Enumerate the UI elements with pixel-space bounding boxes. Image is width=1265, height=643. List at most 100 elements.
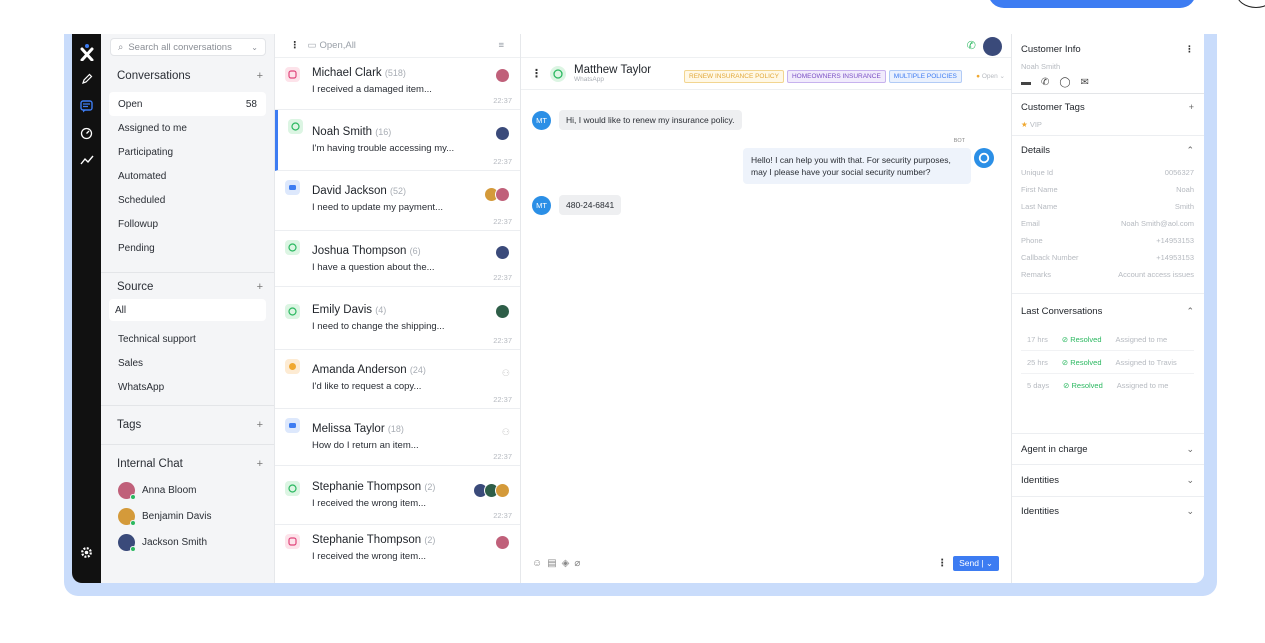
filter-icon[interactable]: ≡	[498, 40, 504, 51]
source-item-technical-support[interactable]: Technical support	[101, 327, 274, 351]
conversations-icon[interactable]	[79, 98, 95, 114]
detail-row: Unique Id 0056327	[1021, 168, 1194, 177]
attachment-icon[interactable]: ⌀	[574, 558, 580, 569]
identities-section[interactable]: Identities ⌄	[1012, 497, 1204, 525]
details-section: Details ⌃ Unique Id 0056327 First Name Noah…	[1012, 136, 1204, 294]
sidebar-item-pending[interactable]: Pending	[101, 236, 274, 260]
sidebar-item-open[interactable]: Open 58	[109, 92, 266, 116]
list-item[interactable]: Michael Clark (518) I received a damaged…	[275, 58, 520, 110]
tag-homeowners-insurance[interactable]: HOMEOWNERS INSURANCE	[786, 70, 886, 83]
conversation-tags: RENEW INSURANCE POLICY HOMEOWNERS INSURA…	[684, 70, 962, 83]
list-item[interactable]: Emily Davis (4) I need to change the shi…	[275, 287, 520, 350]
add-icon[interactable]: +	[257, 419, 263, 431]
agent-anna-bloom[interactable]: Anna Bloom	[101, 477, 274, 503]
source-item-all[interactable]: All	[109, 299, 266, 321]
source-section-header[interactable]: Source +	[101, 275, 274, 299]
avatar	[495, 304, 510, 319]
identities-section[interactable]: Identities ⌄	[1012, 465, 1204, 497]
chevron-down-icon[interactable]: ⌄	[1186, 506, 1194, 517]
list-filter-label: Open,All	[319, 40, 356, 51]
whatsapp-icon	[550, 65, 566, 82]
send-button[interactable]: Send | ⌄	[953, 555, 999, 571]
tag-multiple-policies[interactable]: MULTIPLE POLICIES	[888, 70, 962, 83]
agent-jackson-smith[interactable]: Jackson Smith	[101, 529, 274, 555]
agent-in-charge-section[interactable]: Agent in charge ⌄	[1012, 434, 1204, 465]
search-input[interactable]: ⌕ Search all conversations ⌄	[110, 38, 266, 56]
chevron-up-icon[interactable]: ⌃	[1186, 306, 1194, 317]
avatar: MT	[532, 195, 551, 215]
avatar	[495, 126, 510, 141]
sidebar-item-automated[interactable]: Automated	[101, 164, 274, 188]
detail-row: First Name Noah	[1021, 185, 1194, 194]
pencil-icon[interactable]	[79, 71, 95, 87]
message-row: MT Hi, I would like to renew my insuranc…	[532, 110, 742, 130]
add-icon[interactable]: +	[257, 281, 263, 293]
sidebar-item-assigned[interactable]: Assigned to me	[101, 116, 274, 140]
phone-icon[interactable]: ✆	[1041, 77, 1049, 88]
add-icon[interactable]: +	[257, 458, 263, 470]
logo-icon[interactable]	[79, 44, 95, 61]
template-icon[interactable]: ▤	[547, 558, 556, 569]
search-placeholder: Search all conversations	[128, 41, 232, 53]
customer-tags-section: Customer Tags + ★ VIP	[1012, 94, 1204, 136]
more-vertical-icon[interactable]: ⋮	[290, 40, 300, 51]
source-item-sales[interactable]: Sales	[101, 351, 274, 375]
assign-user-icon[interactable]: ⚇	[502, 368, 510, 379]
emoji-icon[interactable]: ☺	[532, 558, 542, 569]
more-vertical-icon[interactable]: ⋮	[531, 67, 542, 80]
add-icon[interactable]: +	[257, 70, 263, 82]
phone-icon[interactable]: ✆	[967, 39, 976, 52]
agent-benjamin-davis[interactable]: Benjamin Davis	[101, 503, 274, 529]
tag-renew-insurance[interactable]: RENEW INSURANCE POLICY	[684, 70, 784, 83]
list-item[interactable]: Amanda Anderson (24) I'd like to request…	[275, 350, 520, 409]
top-primary-button[interactable]	[988, 0, 1196, 8]
chatbot-icon	[285, 359, 300, 374]
list-item[interactable]: Noah Smith (16) I'm having trouble acces…	[275, 110, 520, 171]
avatar[interactable]	[983, 37, 1002, 56]
avatar	[118, 533, 136, 552]
chevron-up-icon[interactable]: ⌃	[1186, 145, 1194, 156]
last-conversation-row[interactable]: 25 hrs ⊘ Resolved Assigned to Travis	[1021, 351, 1194, 374]
list-item[interactable]: Joshua Thompson (6) I have a question ab…	[275, 231, 520, 287]
message-icon[interactable]: ▬	[1021, 77, 1031, 88]
conversation-list: ⋮ ▭ Open,All ≡ Michael Clark (518) I rec…	[275, 34, 521, 583]
tags-section-header[interactable]: Tags +	[101, 406, 274, 444]
avatar	[484, 187, 510, 202]
avatar: MT	[532, 110, 551, 130]
add-icon[interactable]: +	[1189, 102, 1194, 112]
detail-row: Callback Number +14953153	[1021, 253, 1194, 262]
sidebar-item-participating[interactable]: Participating	[101, 140, 274, 164]
list-item[interactable]: Stephanie Thompson (2) I received the wr…	[275, 466, 520, 525]
list-item[interactable]: Stephanie Thompson (2) I received the wr…	[275, 525, 520, 583]
gear-icon[interactable]	[79, 544, 95, 560]
last-conversation-row[interactable]: 17 hrs ⊘ Resolved Assigned to me	[1021, 328, 1194, 351]
status-badge[interactable]: ● Open ⌄	[976, 72, 1005, 80]
vip-tag: VIP	[1029, 120, 1042, 129]
top-circle-button[interactable]	[1236, 0, 1265, 8]
chevron-down-icon[interactable]: ⌄	[251, 43, 258, 52]
bot-icon	[974, 148, 994, 168]
whatsapp-icon[interactable]: ◯	[1059, 77, 1070, 88]
more-vertical-icon[interactable]: ⋮	[937, 558, 947, 569]
tag-icon[interactable]: ◈	[562, 558, 570, 569]
sidebar-item-scheduled[interactable]: Scheduled	[101, 188, 274, 212]
more-vertical-icon[interactable]: ⋮	[1185, 44, 1194, 55]
assign-user-icon[interactable]: ⚇	[502, 427, 510, 438]
chevron-down-icon[interactable]: ⌄	[1186, 444, 1194, 455]
dashboard-icon[interactable]	[79, 125, 95, 141]
list-item[interactable]: David Jackson (52) I need to update my p…	[275, 171, 520, 231]
email-icon[interactable]: ✉	[1081, 77, 1089, 88]
left-rail	[72, 34, 101, 583]
chat-bubble-icon	[285, 180, 300, 195]
conversations-section-header[interactable]: Conversations +	[101, 66, 274, 86]
whatsapp-icon	[285, 481, 300, 496]
last-conversation-row[interactable]: 5 days ⊘ Resolved Assigned to me	[1021, 374, 1194, 397]
analytics-icon[interactable]	[79, 152, 95, 168]
list-item[interactable]: Melissa Taylor (18) How do I return an i…	[275, 409, 520, 466]
chat-panel: ✆ ⋮ Matthew Taylor WhatsApp RENEW INSURA…	[521, 34, 1012, 583]
source-item-whatsapp[interactable]: WhatsApp	[101, 375, 274, 399]
chevron-down-icon[interactable]: ⌄	[1186, 475, 1194, 486]
avatar	[118, 481, 136, 500]
bot-message-bubble: Hello! I can help you with that. For sec…	[743, 148, 971, 184]
sidebar-item-followup[interactable]: Followup	[101, 212, 274, 236]
